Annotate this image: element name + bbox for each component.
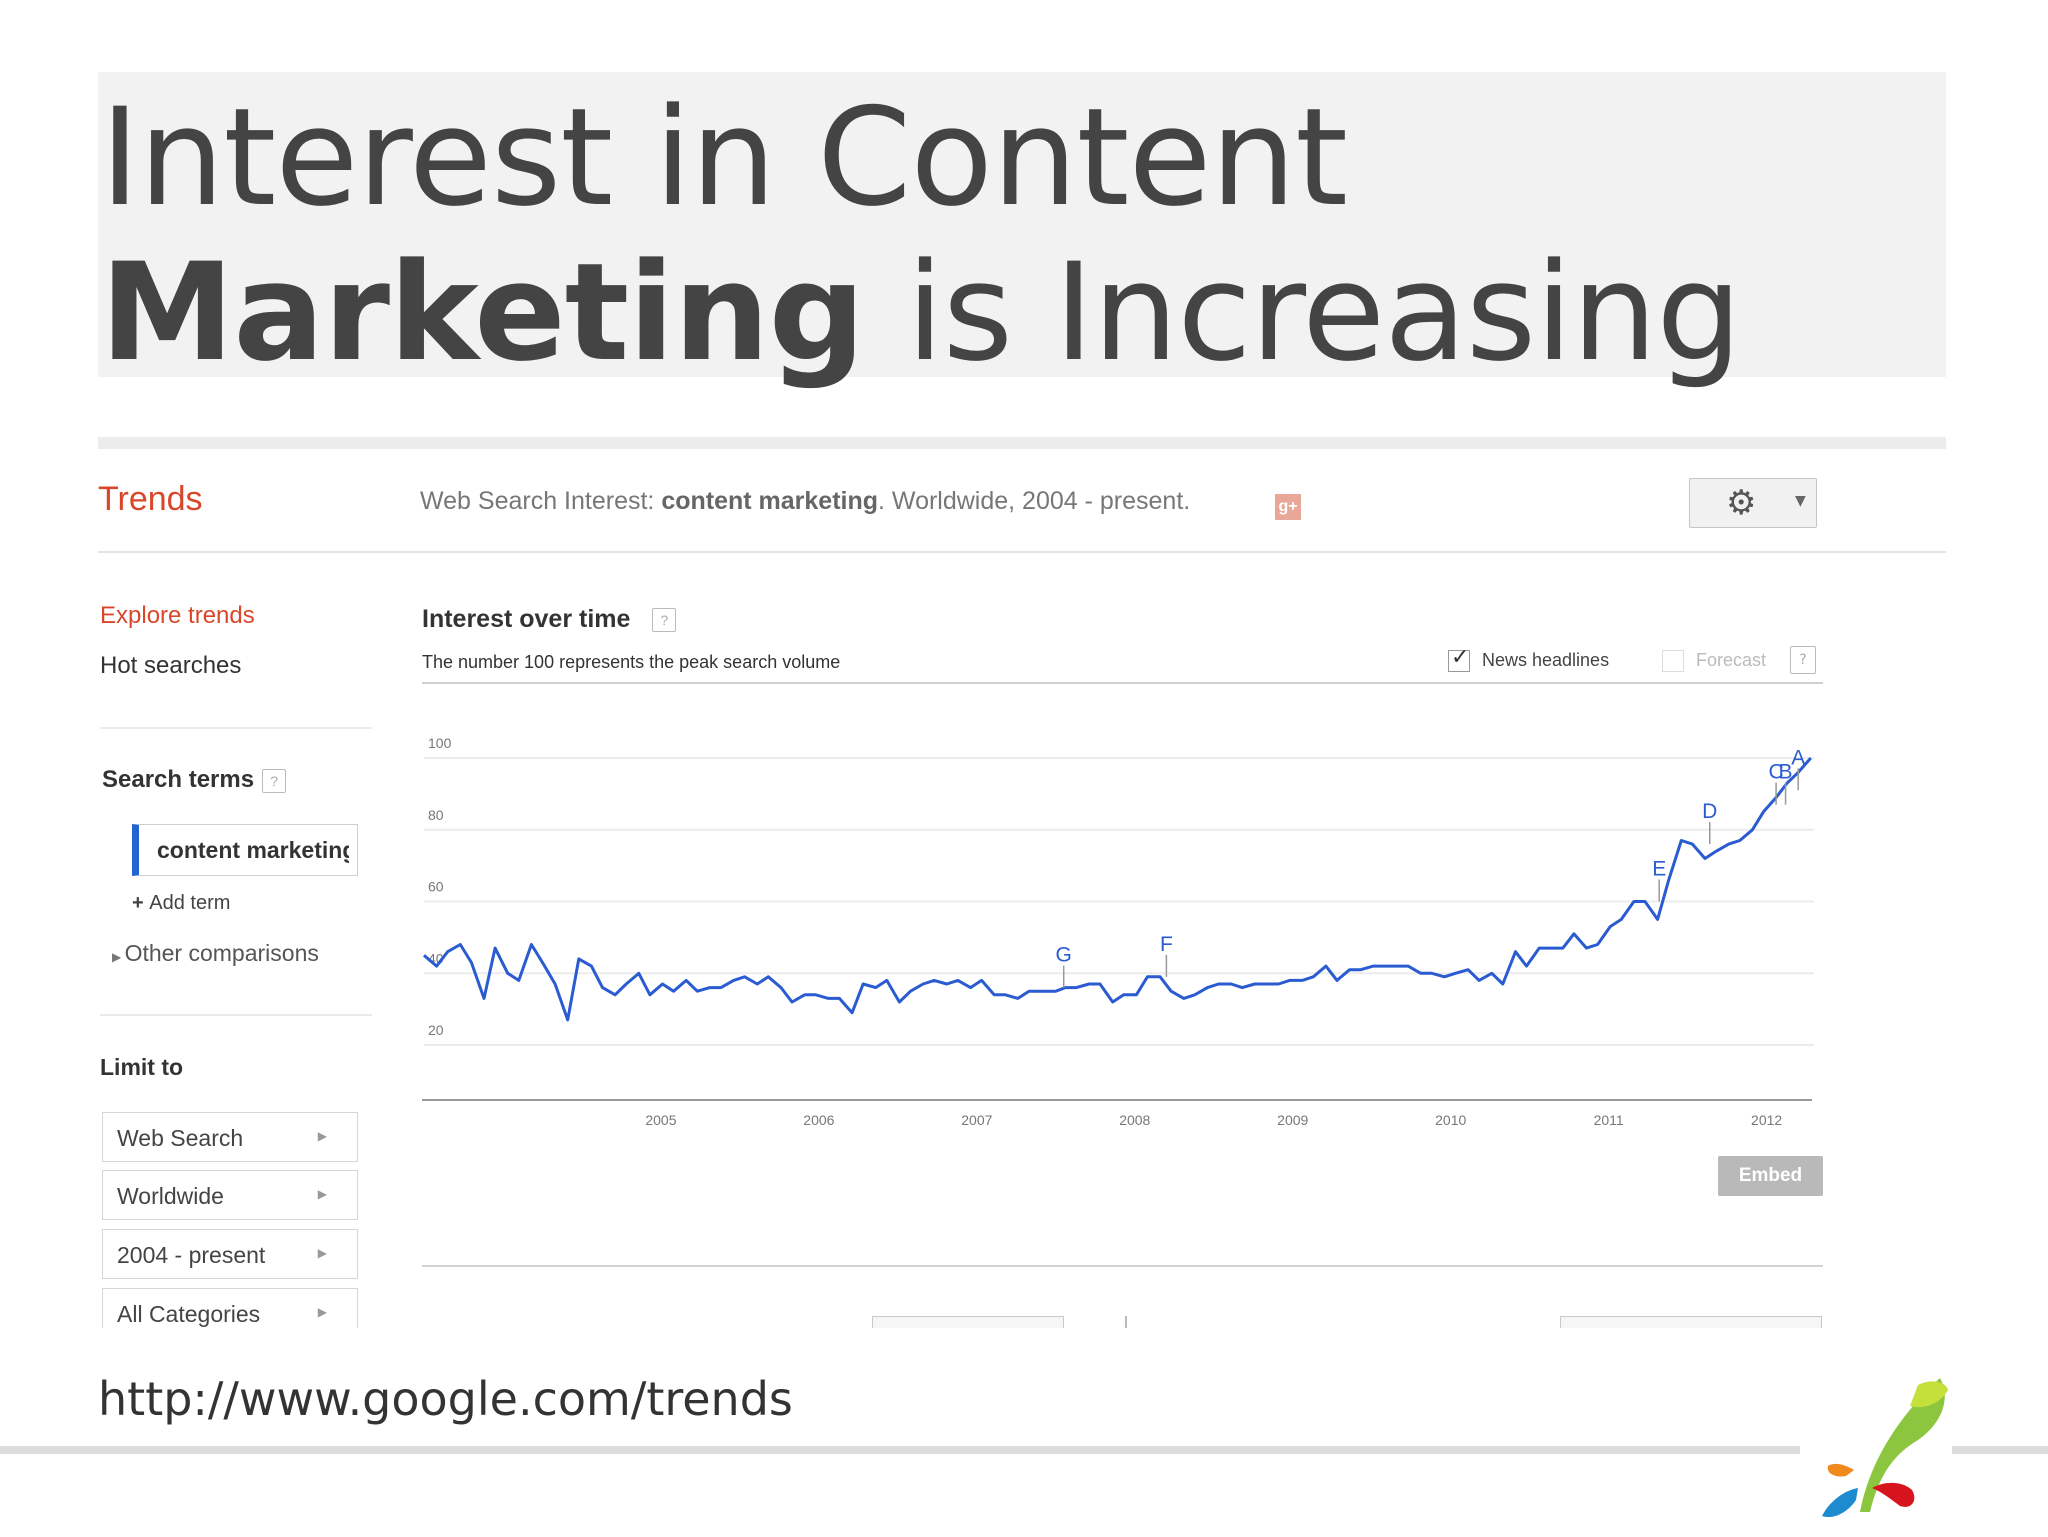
annotation-label-a: A [1791,746,1805,769]
y-tick-label: 80 [428,807,444,823]
view-toggle-button[interactable] [1560,1316,1822,1328]
logo-container [1800,1370,1952,1530]
source-url[interactable]: http://www.google.com/trends [98,1372,793,1426]
x-tick-label: 2012 [1751,1112,1782,1128]
annotation-label-d: D [1702,800,1717,823]
footer-bar [0,1446,2048,1454]
y-tick-label: 20 [428,1022,444,1038]
brand-logo [1822,1378,1948,1518]
x-tick-label: 2011 [1594,1112,1624,1128]
interest-chart: 204060801002005 2006 2007 2008 2009 2010 2011 2… [422,735,1814,1128]
x-tick-label: 2007 [961,1112,992,1128]
x-tick-label: 2009 [1277,1112,1308,1128]
x-tick-label: 2008 [1119,1112,1150,1128]
annotation-label-f: F [1160,933,1173,956]
x-tick-label: 2006 [803,1112,834,1128]
x-tick-label: 2005 [645,1112,676,1128]
annotation-label-e: E [1652,858,1666,881]
annotation-label-g: G [1056,944,1072,967]
x-tick-label: 2010 [1435,1112,1466,1128]
panel-bottom-divider [422,1265,1823,1267]
map-toggle-button[interactable] [872,1316,1064,1328]
series-line [423,757,1812,1022]
y-tick-label: 60 [428,879,444,895]
toolbar-separator [1125,1316,1127,1328]
y-tick-label: 100 [428,735,452,751]
embed-button[interactable]: Embed [1718,1156,1823,1196]
